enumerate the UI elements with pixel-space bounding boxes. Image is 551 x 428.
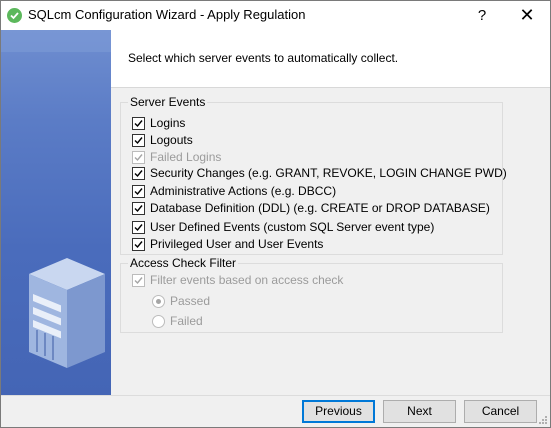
checkbox-label: Failed Logins — [150, 150, 222, 164]
wizard-header: Select which server events to automatica… — [111, 30, 550, 87]
server-tower-icon — [1, 30, 111, 368]
access-check-label: Access Check Filter — [128, 256, 239, 270]
instruction-text: Select which server events to automatica… — [128, 51, 399, 65]
checkbox-box — [132, 151, 145, 164]
checkbox-label: User Defined Events (custom SQL Server e… — [150, 220, 435, 234]
radio-dot — [156, 299, 161, 304]
title-bar: SQLcm Configuration Wizard - Apply Regul… — [1, 1, 550, 30]
checkbox-label: Logouts — [150, 133, 193, 147]
checkbox-box[interactable] — [132, 238, 145, 251]
app-check-icon — [7, 8, 22, 23]
checkbox-box[interactable] — [132, 167, 145, 180]
checkbox-box[interactable] — [132, 202, 145, 215]
checkbox-box[interactable] — [132, 117, 145, 130]
checkbox-box[interactable] — [132, 134, 145, 147]
checkbox-label: Filter events based on access check — [150, 273, 344, 287]
previous-button[interactable]: Previous — [302, 400, 375, 423]
help-button[interactable]: ? — [459, 1, 505, 30]
checkbox-label: Security Changes (e.g. GRANT, REVOKE, LO… — [150, 166, 507, 180]
window-title: SQLcm Configuration Wizard - Apply Regul… — [28, 7, 306, 22]
checkbox-box — [132, 274, 145, 287]
resize-grip-icon[interactable] — [538, 415, 548, 425]
radio-circle — [152, 315, 165, 328]
cancel-button[interactable]: Cancel — [464, 400, 537, 423]
server-events-group: Server Events Logins Logouts Failed Logi… — [120, 95, 507, 255]
header-divider — [111, 87, 550, 88]
wizard-window: SQLcm Configuration Wizard - Apply Regul… — [0, 0, 551, 428]
checkbox-label: Logins — [150, 116, 186, 130]
next-button[interactable]: Next — [383, 400, 456, 423]
footer-divider — [1, 395, 550, 396]
close-button[interactable]: ✕ — [504, 1, 550, 30]
radio-label: Passed — [170, 294, 211, 308]
checkbox-box[interactable] — [132, 185, 145, 198]
radio-label: Failed — [170, 314, 203, 328]
access-check-group: Access Check Filter Filter events based … — [120, 256, 503, 333]
wizard-side-graphic — [1, 30, 111, 395]
checkbox-box[interactable] — [132, 221, 145, 234]
radio-circle — [152, 295, 165, 308]
checkbox-label: Privileged User and User Events — [150, 237, 324, 251]
checkbox-label: Database Definition (DDL) (e.g. CREATE o… — [150, 201, 490, 215]
server-events-label: Server Events — [128, 95, 208, 109]
checkbox-label: Administrative Actions (e.g. DBCC) — [150, 184, 337, 198]
